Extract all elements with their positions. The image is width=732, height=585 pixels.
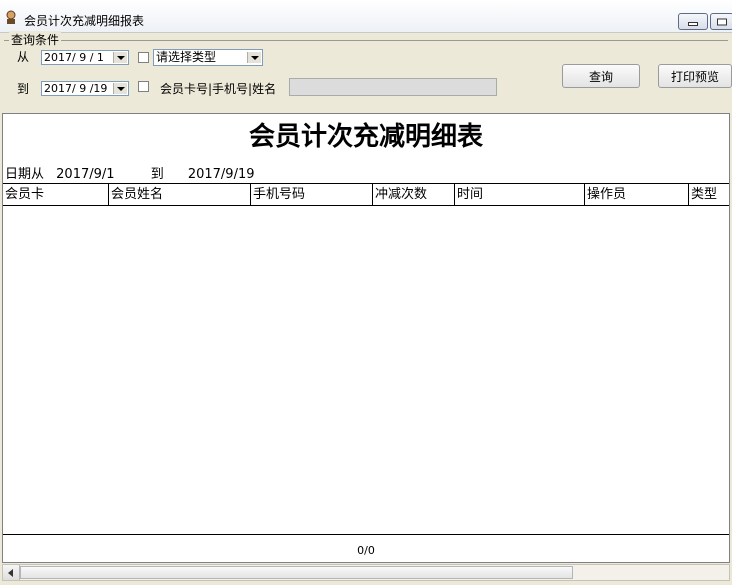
date-to-value: 2017/9/19: [187, 167, 255, 182]
date-from-label: 日期从: [5, 167, 45, 182]
query-group-label: 查询条件: [9, 31, 62, 48]
to-date-picker[interactable]: 2017/ 9 /19: [41, 81, 129, 96]
to-date-value: 2017/ 9 /19: [44, 82, 108, 95]
table-header: 会员卡 会员姓名 手机号码 冲减次数 时间 操作员 类型: [3, 183, 729, 206]
to-label: 到: [17, 82, 30, 96]
window-title: 会员计次充减明细报表: [24, 14, 145, 28]
column-header-time: 时间: [455, 184, 585, 205]
scroll-left-icon[interactable]: [3, 565, 20, 580]
chevron-down-icon[interactable]: [247, 52, 261, 63]
report-date-range: 日期从 2017/9/1 到 2017/9/19: [5, 163, 255, 182]
print-preview-button[interactable]: 打印预览: [658, 64, 732, 88]
column-header-operator: 操作员: [585, 184, 689, 205]
report-title: 会员计次充减明细表: [248, 122, 483, 152]
date-to-label: 到: [150, 167, 164, 182]
maximize-button[interactable]: [710, 13, 732, 30]
type-checkbox[interactable]: [138, 52, 149, 63]
column-header-card: 会员卡: [3, 184, 109, 205]
member-checkbox[interactable]: [138, 81, 149, 92]
type-select-value: 请选择类型: [156, 50, 217, 64]
date-from-value: 2017/9/1: [56, 167, 115, 182]
query-button[interactable]: 查询: [562, 64, 640, 88]
report-panel: 会员计次充减明细表 日期从 2017/9/1 到 2017/9/19 会员卡 会…: [2, 113, 730, 563]
member-search-label: 会员卡号|手机号|姓名: [160, 82, 277, 96]
report-footer-divider: [3, 534, 729, 535]
minimize-button[interactable]: [678, 13, 708, 30]
member-search-input[interactable]: [289, 78, 497, 96]
column-header-type: 类型: [691, 187, 718, 202]
scroll-thumb[interactable]: [20, 566, 573, 579]
chevron-down-icon[interactable]: [113, 52, 127, 63]
maximize-icon: [717, 18, 727, 25]
app-icon: [6, 10, 16, 24]
column-header-phone: 手机号码: [251, 184, 373, 205]
from-label: 从: [17, 50, 30, 64]
chevron-down-icon[interactable]: [113, 83, 127, 94]
column-header-name: 会员姓名: [109, 184, 251, 205]
type-select[interactable]: 请选择类型: [153, 49, 263, 66]
horizontal-scrollbar[interactable]: [2, 564, 730, 581]
from-date-picker[interactable]: 2017/ 9 / 1: [41, 50, 129, 65]
from-date-value: 2017/ 9 / 1: [44, 51, 104, 64]
column-header-count: 冲减次数: [373, 184, 455, 205]
page-count: 0/0: [357, 544, 375, 557]
minimize-icon: [688, 21, 698, 26]
